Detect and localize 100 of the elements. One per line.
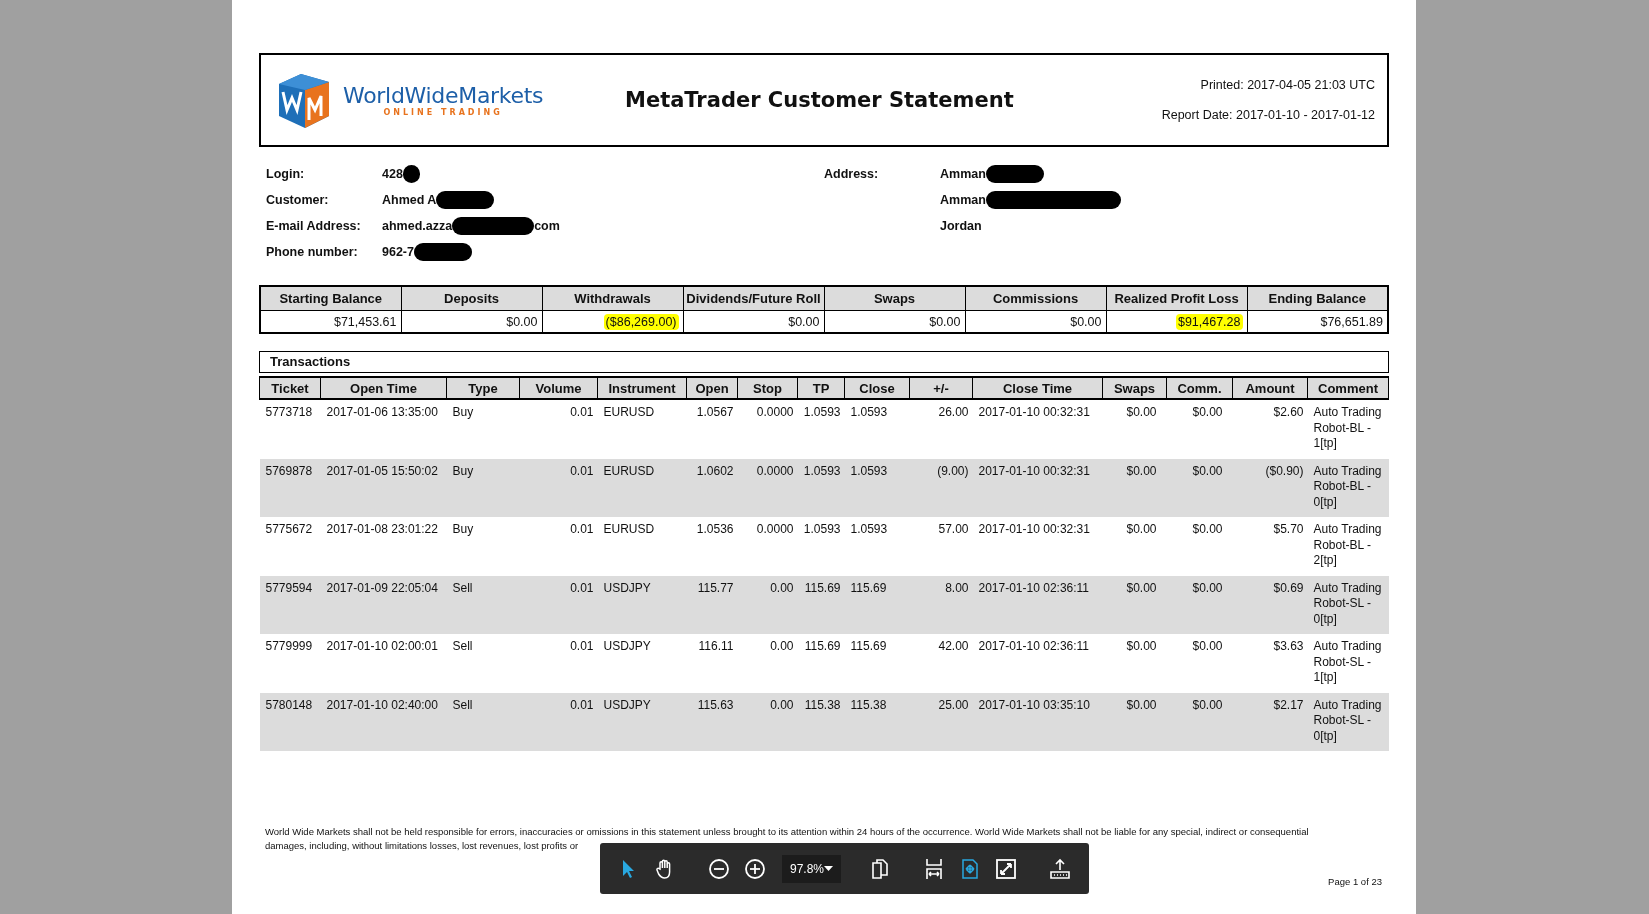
table-cell: Auto Trading Robot-SL - 0[tp] — [1307, 575, 1389, 634]
column-header: Swaps — [824, 286, 965, 311]
column-header: Volume — [519, 377, 598, 399]
statement-title: MetaTrader Customer Statement — [625, 88, 1015, 112]
table-cell: 0.00 — [737, 575, 798, 634]
table-cell: EURUSD — [597, 458, 687, 517]
table-cell: 0.01 — [519, 575, 598, 634]
table-cell: $0.00 — [1166, 575, 1233, 634]
zoom-level-dropdown[interactable]: 97.8% — [782, 854, 842, 883]
table-cell: 25.00 — [909, 692, 973, 751]
table-cell: $0.00 — [1070, 314, 1102, 329]
table-cell: $91,467.28 — [1175, 313, 1243, 330]
table-cell: 0.01 — [519, 458, 598, 517]
field-value: com — [534, 219, 560, 233]
table-cell: EURUSD — [597, 399, 687, 459]
redaction-block — [402, 165, 420, 183]
table-cell: 1.0593 — [844, 399, 910, 459]
table-cell: 115.69 — [844, 575, 910, 634]
column-header: Comment — [1307, 377, 1389, 399]
table-cell: $0.00 — [788, 314, 820, 329]
field-label: Phone number: — [266, 245, 359, 259]
table-cell: $0.00 — [1166, 517, 1233, 576]
table-cell: $0.00 — [929, 314, 961, 329]
table-cell: $0.00 — [1166, 692, 1233, 751]
table-cell: 0.0000 — [737, 517, 798, 576]
table-cell: 5773718 — [259, 399, 321, 459]
table-cell: 0.00 — [737, 634, 798, 693]
column-header: Stop — [737, 377, 798, 399]
column-header: Instrument — [597, 377, 687, 399]
table-cell: 0.01 — [519, 399, 598, 459]
table-cell: 2017-01-10 02:40:00 — [320, 692, 447, 751]
table-cell: 0.01 — [519, 692, 598, 751]
field-value: Ahmed A — [382, 193, 437, 207]
table-cell: Auto Trading Robot-BL - 2[tp] — [1307, 517, 1389, 576]
column-header: Open — [686, 377, 738, 399]
table-cell: $0.00 — [1102, 517, 1167, 576]
table-cell: EURUSD — [597, 517, 687, 576]
table-cell: 2017-01-10 02:36:11 — [972, 634, 1103, 693]
column-header: Starting Balance — [260, 286, 401, 311]
table-cell: Sell — [446, 634, 520, 693]
table-cell: Auto Trading Robot-SL - 0[tp] — [1307, 692, 1389, 751]
table-cell: 115.38 — [844, 692, 910, 751]
table-cell: 1.0593 — [844, 517, 910, 576]
column-header: Dividends/Future Roll — [683, 286, 824, 311]
report-date: Report Date: 2017-01-10 - 2017-01-12 — [1161, 108, 1375, 122]
table-cell: USDJPY — [597, 575, 687, 634]
column-header: Comm. — [1166, 377, 1233, 399]
table-cell: $0.00 — [1102, 692, 1167, 751]
page-number: Page 1 of 23 — [1328, 876, 1382, 887]
table-cell: 116.11 — [686, 634, 738, 693]
column-header: Ending Balance — [1247, 286, 1388, 311]
column-header: Open Time — [320, 377, 447, 399]
table-cell: $76,651.89 — [1320, 314, 1383, 329]
table-cell: 42.00 — [909, 634, 973, 693]
table-cell: Auto Trading Robot-SL - 1[tp] — [1307, 634, 1389, 693]
zoom-out-icon — [707, 856, 731, 881]
table-cell: Buy — [446, 517, 520, 576]
caret-icon — [824, 866, 834, 871]
table-cell: USDJPY — [597, 692, 687, 751]
section-title: Transactions — [259, 351, 1389, 373]
table-cell: $2.60 — [1232, 399, 1308, 459]
table-cell: Auto Trading Robot-BL - 1[tp] — [1307, 399, 1389, 459]
column-header: Amount — [1232, 377, 1308, 399]
table-cell: 1.0536 — [686, 517, 738, 576]
table-cell: 2017-01-05 15:50:02 — [320, 458, 447, 517]
field-label: Address: — [824, 167, 880, 181]
table-cell: $0.69 — [1232, 575, 1308, 634]
table-cell: $71,453.61 — [333, 314, 397, 329]
table-cell: 0.01 — [519, 634, 598, 693]
upload-icon — [1048, 856, 1073, 881]
table-cell: $0.00 — [1166, 634, 1233, 693]
field-label: Customer: — [266, 193, 330, 207]
table-cell: 2017-01-10 00:32:31 — [972, 399, 1103, 459]
table-cell: 1.0593 — [797, 458, 845, 517]
table-cell: 1.0602 — [686, 458, 738, 517]
table-cell: 1.0593 — [844, 458, 910, 517]
redaction-block — [985, 165, 1044, 183]
table-cell: (9.00) — [909, 458, 973, 517]
column-header: Type — [446, 377, 520, 399]
table-cell: 0.0000 — [737, 399, 798, 459]
column-header: Realized Profit Loss — [1106, 286, 1247, 311]
table-cell: 26.00 — [909, 399, 973, 459]
table-cell: Auto Trading Robot-BL - 0[tp] — [1307, 458, 1389, 517]
column-header: Close — [844, 377, 910, 399]
column-header: +/- — [909, 377, 973, 399]
table-cell: 115.69 — [797, 575, 845, 634]
table-cell: Buy — [446, 399, 520, 459]
field-value: Amman — [940, 193, 986, 207]
table-cell: 2017-01-09 22:05:04 — [320, 575, 447, 634]
table-cell: 5779999 — [259, 634, 321, 693]
table-cell: Buy — [446, 458, 520, 517]
table-cell: 5780148 — [259, 692, 321, 751]
table-cell: 0.0000 — [737, 458, 798, 517]
table-cell: 1.0593 — [797, 399, 845, 459]
table-cell: 1.0593 — [797, 517, 845, 576]
disclaimer-text: damages, including, without limitations losses, lost revenues, lost profits or — [265, 839, 580, 853]
table-cell: 57.00 — [909, 517, 973, 576]
table-cell: $3.63 — [1232, 634, 1308, 693]
table-cell: 115.63 — [686, 692, 738, 751]
table-cell: 5769878 — [259, 458, 321, 517]
